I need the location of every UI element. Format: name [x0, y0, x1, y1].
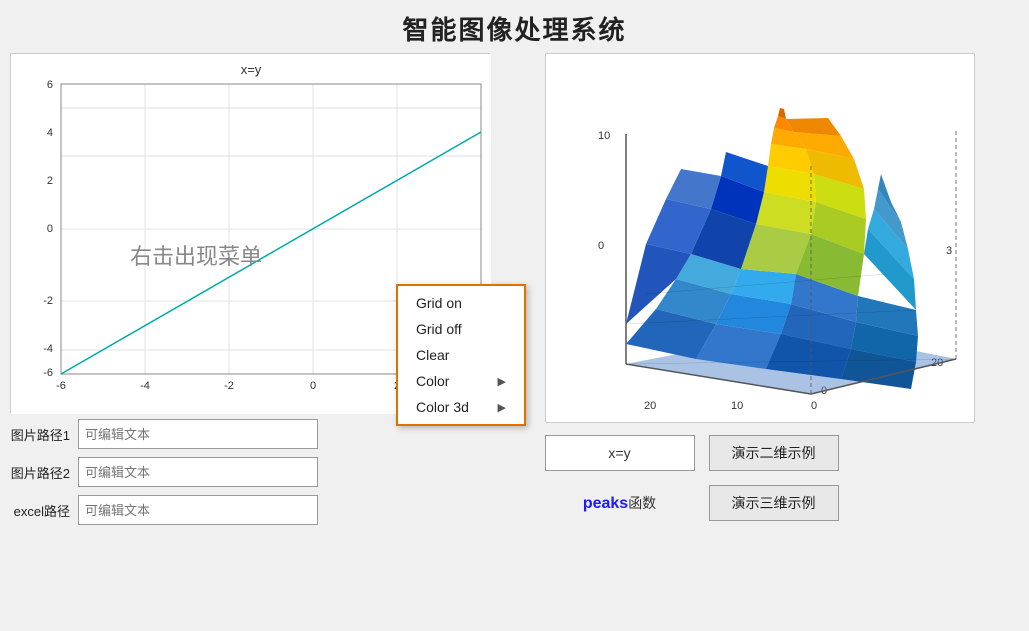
svg-text:20: 20 [644, 400, 656, 412]
field-label-1: 图片路径1 [10, 425, 70, 444]
app-title: 智能图像处理系统 [0, 0, 1029, 53]
menu-item-grid-on-label: Grid on [416, 295, 462, 311]
plot-3d-container: 10 0 20 10 0 3 0 10 20 [545, 53, 975, 423]
menu-item-grid-off-label: Grid off [416, 321, 462, 337]
field-label-2: 图片路径2 [10, 463, 70, 482]
demo-3d-button[interactable]: 演示三维示例 [709, 485, 839, 521]
svg-text:4: 4 [47, 127, 53, 139]
svg-text:10: 10 [731, 400, 743, 412]
menu-item-color-3d-label: Color 3d [416, 399, 469, 415]
main-content: -6 -4 -2 0 2 4 6 4 2 0 -2 -4 -6 x=y [0, 53, 1029, 525]
field-row-3: excel路径 [10, 495, 490, 525]
peaks-text: peaks [583, 495, 628, 512]
field-row-2: 图片路径2 [10, 457, 490, 487]
menu-item-grid-off[interactable]: Grid off [398, 316, 524, 342]
svg-text:-2: -2 [43, 295, 53, 307]
demo-2d-button[interactable]: 演示二维示例 [709, 435, 839, 471]
color-3d-arrow-icon: ▶ [498, 401, 506, 414]
svg-text:右击出现菜单: 右击出现菜单 [130, 244, 262, 269]
menu-item-clear-label: Clear [416, 347, 449, 363]
svg-text:6: 6 [47, 79, 53, 91]
plot-3d-svg: 10 0 20 10 0 3 0 10 20 [546, 54, 975, 423]
menu-item-color-label: Color [416, 373, 449, 389]
right-panel: 10 0 20 10 0 3 0 10 20 [500, 53, 1019, 525]
svg-text:3: 3 [946, 245, 952, 257]
demo-buttons-area: 演示二维示例 peaks函数 演示三维示例 [545, 435, 975, 521]
svg-text:0: 0 [598, 240, 604, 252]
field-input-2[interactable] [78, 457, 318, 487]
fields-area: 图片路径1 图片路径2 excel路径 [10, 419, 490, 525]
left-panel: -6 -4 -2 0 2 4 6 4 2 0 -2 -4 -6 x=y [10, 53, 490, 525]
formula-input-2d[interactable] [545, 435, 695, 471]
field-label-3: excel路径 [10, 501, 70, 520]
svg-text:10: 10 [598, 130, 610, 142]
svg-text:0: 0 [47, 223, 53, 235]
field-input-3[interactable] [78, 495, 318, 525]
menu-item-color-3d[interactable]: Color 3d ▶ [398, 394, 524, 420]
demo-row-2d: 演示二维示例 [545, 435, 975, 471]
menu-item-clear[interactable]: Clear [398, 342, 524, 368]
svg-text:2: 2 [47, 175, 53, 187]
svg-text:-6: -6 [43, 367, 53, 379]
color-arrow-icon: ▶ [498, 375, 506, 388]
app-container: 智能图像处理系统 [0, 0, 1029, 525]
field-input-1[interactable] [78, 419, 318, 449]
peaks-fn-text: 函数 [628, 495, 656, 511]
svg-text:-4: -4 [140, 380, 150, 392]
peaks-label: peaks函数 [545, 493, 695, 513]
menu-item-grid-on[interactable]: Grid on [398, 290, 524, 316]
plot-2d-container[interactable]: -6 -4 -2 0 2 4 6 4 2 0 -2 -4 -6 x=y [10, 53, 490, 413]
svg-text:-4: -4 [43, 343, 53, 355]
context-menu[interactable]: Grid on Grid off Clear Color ▶ Color 3d [396, 284, 526, 426]
svg-text:-2: -2 [224, 380, 234, 392]
svg-text:x=y: x=y [241, 62, 262, 77]
menu-item-color[interactable]: Color ▶ [398, 368, 524, 394]
svg-text:-6: -6 [56, 380, 66, 392]
svg-text:0: 0 [310, 380, 316, 392]
demo-row-3d: peaks函数 演示三维示例 [545, 485, 975, 521]
svg-text:0: 0 [811, 400, 817, 412]
